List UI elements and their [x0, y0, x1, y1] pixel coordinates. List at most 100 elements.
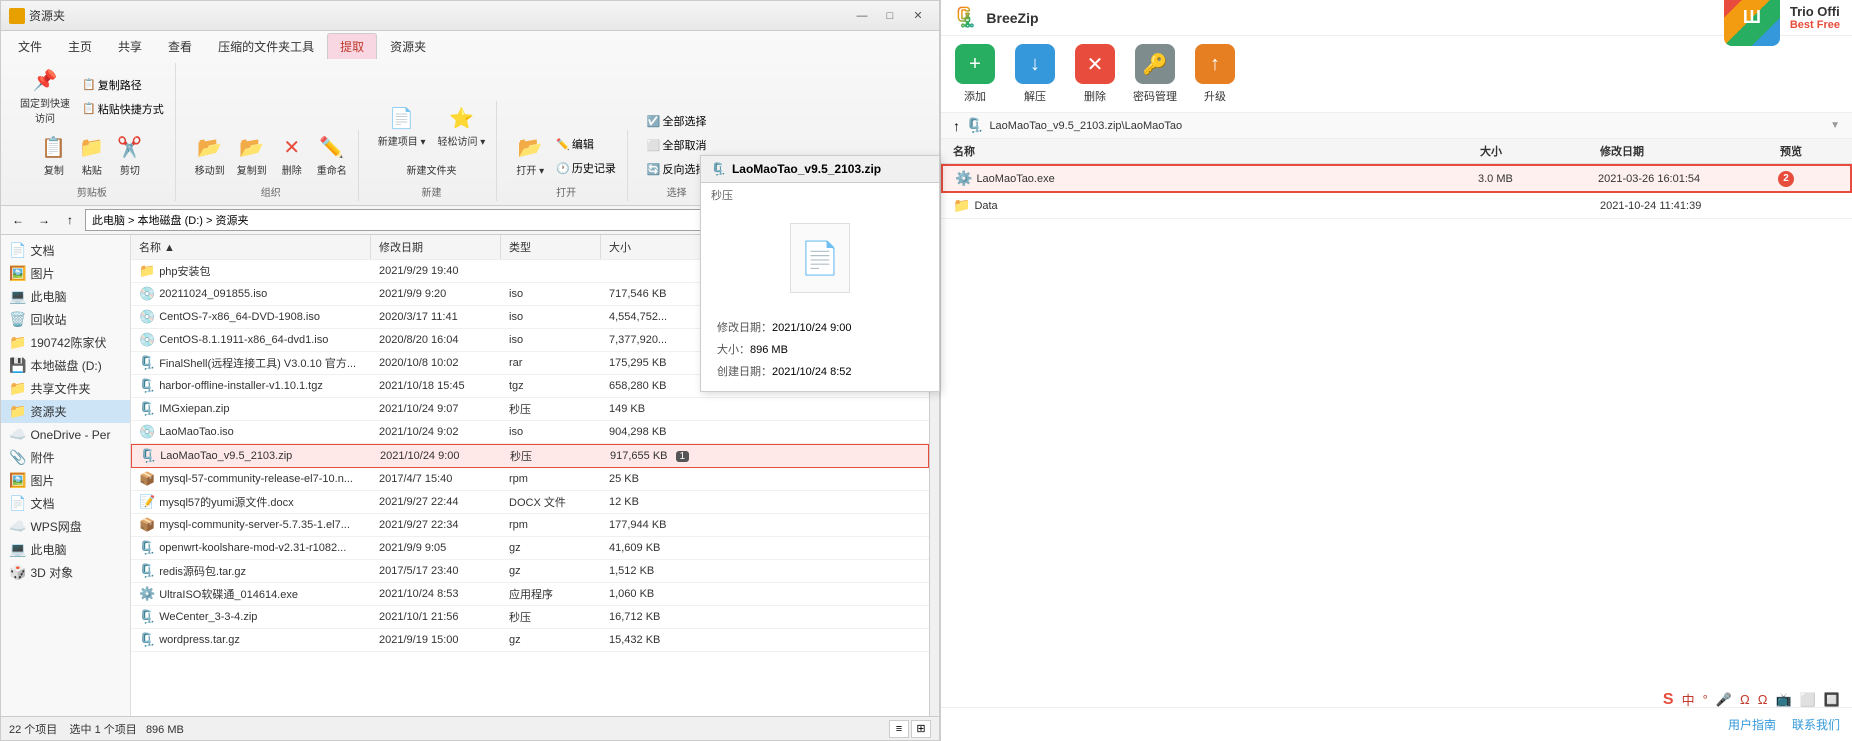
paste-label: 粘贴 [82, 162, 102, 177]
table-row[interactable]: 🗜️redis源码包.tar.gz 2017/5/17 23:40 gz 1,5… [131, 560, 929, 583]
bz-delete-icon: ✕ [1075, 44, 1115, 84]
new-item-label: 新建项目 ▾ [378, 133, 426, 148]
sidebar-item-pics2[interactable]: 🖼️ 图片 [1, 469, 130, 492]
status-bar: 22 个项目 选中 1 个项目 896 MB ≡ ⊞ [1, 716, 939, 740]
table-row[interactable]: 📦mysql-57-community-release-el7-10.n... … [131, 468, 929, 491]
tab-folder[interactable]: 资源夹 [377, 33, 439, 59]
bz-col-preview[interactable]: 预览 [1780, 143, 1840, 159]
col-name[interactable]: 名称 ▲ [131, 235, 371, 259]
breezip-title-bar: 🗜 BreeZip Ш Trio Offi Best Free [941, 0, 1852, 36]
bz-add-tool[interactable]: + 添加 [953, 44, 997, 104]
open-button[interactable]: 📂 打开 ▾ [511, 132, 549, 180]
col-type[interactable]: 类型 [501, 235, 601, 259]
copy-button[interactable]: 📋 复制 [36, 132, 72, 180]
breezip-logo-icon: 🗜 [953, 5, 978, 30]
sidebar-item-computer2[interactable]: 💻 此电脑 [1, 538, 130, 561]
bz-col-name[interactable]: 名称 [953, 143, 1480, 159]
tab-extract[interactable]: 提取 [327, 33, 377, 59]
bz-password-tool[interactable]: 🔑 密码管理 [1133, 44, 1177, 104]
col-size[interactable]: 大小 [601, 235, 701, 259]
col-date[interactable]: 修改日期 [371, 235, 501, 259]
file-name: 📁php安装包 [131, 260, 371, 282]
bz-col-size[interactable]: 大小 [1480, 143, 1600, 159]
sidebar-item-local-disk[interactable]: 💾 本地磁盘 (D:) [1, 354, 130, 377]
sidebar-item-attachments[interactable]: 📎 附件 [1, 446, 130, 469]
bz-extract-tool[interactable]: ↓ 解压 [1013, 44, 1057, 104]
up-button[interactable]: ↑ [59, 209, 81, 231]
table-row[interactable]: 🗜️wordpress.tar.gz 2021/9/19 15:00 gz 15… [131, 629, 929, 652]
bz-upgrade-tool[interactable]: ↑ 升级 [1193, 44, 1237, 104]
user-guide-link[interactable]: 用户指南 [1728, 716, 1776, 733]
table-row[interactable]: 📦mysql-community-server-5.7.35-1.el7... … [131, 514, 929, 537]
details-view-button[interactable]: ≡ [889, 720, 909, 738]
history-button[interactable]: 🕐历史记录 [551, 157, 621, 179]
paste-button[interactable]: 📁 粘贴 [74, 132, 110, 180]
zip-meta-size: 大小：896 MB [717, 339, 923, 361]
sidebar-item-wps[interactable]: ☁️ WPS网盘 [1, 515, 130, 538]
breezip-title-text: BreeZip [986, 10, 1038, 26]
close-button[interactable]: ✕ [905, 6, 931, 26]
tab-compress-tools[interactable]: 压缩的文件夹工具 [205, 33, 327, 59]
copy-path-button[interactable]: 📋复制路径 [77, 74, 169, 96]
sidebar-item-user-folder[interactable]: 📁 190742陈家伏 [1, 331, 130, 354]
sidebar-item-computer[interactable]: 💻 此电脑 [1, 285, 130, 308]
bz-addr-dropdown-icon[interactable]: ▼ [1830, 120, 1840, 131]
delete-icon: ✕ [283, 135, 300, 160]
sidebar-item-docs[interactable]: 📄 文档 [1, 239, 130, 262]
deselect-all-button[interactable]: ⬜全部取消 [642, 134, 712, 156]
bz-extract-label: 解压 [1024, 88, 1046, 104]
bz-file-row-exe[interactable]: ⚙️ LaoMaoTao.exe 3.0 MB 2021-03-26 16:01… [941, 164, 1852, 193]
tab-file[interactable]: 文件 [5, 33, 55, 59]
sidebar-item-onedrive[interactable]: ☁️ OneDrive - Per [1, 423, 130, 446]
sidebar-item-docs2[interactable]: 📄 文档 [1, 492, 130, 515]
file-size: 149 KB [601, 398, 701, 420]
bz-upgrade-label: 升级 [1204, 88, 1226, 104]
delete-button[interactable]: ✕ 删除 [274, 132, 310, 180]
grid-view-button[interactable]: ⊞ [911, 720, 931, 738]
file-date: 2021/9/27 22:34 [371, 514, 501, 536]
contact-link[interactable]: 联系我们 [1792, 716, 1840, 733]
easy-access-button[interactable]: ⭐ 轻松访问 ▾ [433, 103, 491, 151]
table-row[interactable]: 🗜️openwrt-koolshare-mod-v2.31-r1082... 2… [131, 537, 929, 560]
tab-view[interactable]: 查看 [155, 33, 205, 59]
sidebar-item-recycle[interactable]: 🗑️ 回收站 [1, 308, 130, 331]
sidebar-item-3d[interactable]: 🎲 3D 对象 [1, 561, 130, 584]
new-label: 新建 [422, 184, 442, 199]
table-row-selected[interactable]: 🗜️LaoMaoTao_v9.5_2103.zip 2021/10/24 9:0… [131, 444, 929, 468]
bz-file-row-data[interactable]: 📁 Data 2021-10-24 11:41:39 [941, 193, 1852, 219]
select-all-button[interactable]: ☑️全部选择 [642, 110, 712, 132]
new-folder-button[interactable]: 新建文件夹 [402, 159, 462, 180]
cut-button[interactable]: ✂️ 剪切 [112, 132, 148, 180]
sidebar-item-resources[interactable]: 📁 资源夹 [1, 400, 130, 423]
minimize-button[interactable]: — [849, 6, 875, 26]
table-row[interactable]: 🗜️IMGxiepan.zip 2021/10/24 9:07 秒压 149 K… [131, 398, 929, 421]
copy-to-button[interactable]: 📂 复制到 [232, 132, 272, 180]
table-row[interactable]: ⚙️UltraISO软碟通_014614.exe 2021/10/24 8:53… [131, 583, 929, 606]
edit-button[interactable]: ✏️编辑 [551, 133, 621, 155]
move-to-button[interactable]: 📂 移动到 [190, 132, 230, 180]
cut-label: 剪切 [120, 162, 140, 177]
pin-button[interactable]: 📌 固定到快速访问 [15, 65, 75, 128]
sidebar-item-pics[interactable]: 🖼️ 图片 [1, 262, 130, 285]
sidebar-item-shared[interactable]: 📁 共享文件夹 [1, 377, 130, 400]
bz-exe-name: LaoMaoTao.exe [976, 173, 1054, 185]
address-input[interactable]: 此电脑 > 本地磁盘 (D:) > 资源夹 [85, 209, 753, 231]
paste-shortcut-button[interactable]: 📋粘贴快捷方式 [77, 98, 169, 120]
wps-label: WPS网盘 [30, 518, 81, 535]
copy-label: 复制 [44, 162, 64, 177]
table-row[interactable]: 💿LaoMaoTao.iso 2021/10/24 9:02 iso 904,2… [131, 421, 929, 444]
new-item-button[interactable]: 📄 新建项目 ▾ [373, 103, 431, 151]
table-row[interactable]: 🗜️WeCenter_3-3-4.zip 2021/10/1 21:56 秒压 … [131, 606, 929, 629]
resources-icon: 📁 [9, 403, 26, 420]
bz-delete-tool[interactable]: ✕ 删除 [1073, 44, 1117, 104]
rename-button[interactable]: ✏️ 重命名 [312, 132, 352, 180]
maximize-button[interactable]: □ [877, 6, 903, 26]
forward-button[interactable]: → [33, 209, 55, 231]
table-row[interactable]: 📝mysql57的yumi源文件.docx 2021/9/27 22:44 DO… [131, 491, 929, 514]
tab-share[interactable]: 共享 [105, 33, 155, 59]
back-button[interactable]: ← [7, 209, 29, 231]
bz-col-date[interactable]: 修改日期 [1600, 143, 1780, 159]
tab-home[interactable]: 主页 [55, 33, 105, 59]
file-name: 💿LaoMaoTao.iso [131, 421, 371, 443]
item-count: 22 个项目 [9, 724, 57, 736]
